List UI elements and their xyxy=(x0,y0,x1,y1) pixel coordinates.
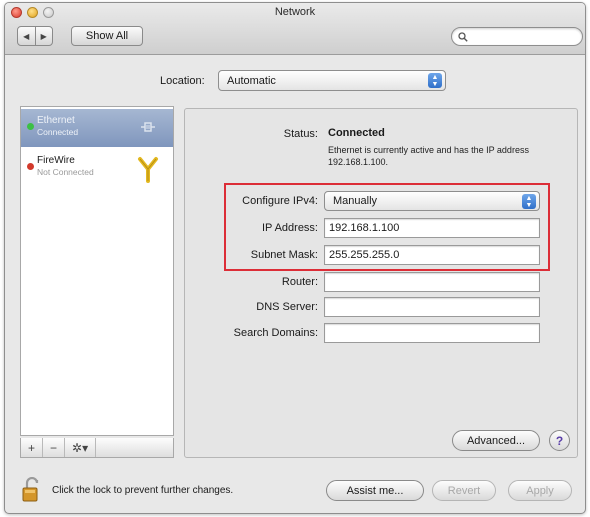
help-button[interactable]: ? xyxy=(549,430,570,451)
status-dot-red xyxy=(27,163,34,170)
search-field[interactable] xyxy=(451,27,583,46)
forward-button[interactable]: ▶ xyxy=(34,27,53,45)
lock-message: Click the lock to prevent further change… xyxy=(52,485,234,496)
action-menu-button[interactable]: ✲▾ xyxy=(65,438,97,457)
revert-button[interactable]: Revert xyxy=(432,480,496,501)
search-domains-field[interactable] xyxy=(324,323,540,343)
firewire-icon xyxy=(138,157,158,183)
location-label: Location: xyxy=(160,75,205,87)
service-name: Ethernet xyxy=(37,115,75,126)
location-value: Automatic xyxy=(227,74,276,87)
status-dot-green xyxy=(27,123,34,130)
subnet-mask-label: Subnet Mask: xyxy=(250,249,318,261)
router-label: Router: xyxy=(281,276,318,288)
service-item-ethernet[interactable]: Ethernet Connected xyxy=(21,109,173,147)
forward-arrow-icon: ▶ xyxy=(40,31,47,41)
lock-icon[interactable] xyxy=(22,477,42,503)
show-all-button[interactable]: Show All xyxy=(71,26,143,46)
add-service-button[interactable]: + xyxy=(21,438,44,457)
service-status: Not Connected xyxy=(37,167,94,177)
window-title: Network xyxy=(274,6,316,18)
apply-button[interactable]: Apply xyxy=(508,480,572,501)
back-arrow-icon: ◀ xyxy=(23,31,30,41)
location-select[interactable]: Automatic ▲ ▼ xyxy=(218,70,446,91)
back-forward-control: ◀ ▶ xyxy=(17,26,53,46)
configure-ipv4-value: Manually xyxy=(333,195,378,207)
ethernet-icon xyxy=(141,122,155,132)
service-list: Ethernet Connected FireWire Not Connecte… xyxy=(20,106,174,436)
assist-me-button[interactable]: Assist me... xyxy=(326,480,424,501)
status-value: Connected xyxy=(328,127,385,139)
dns-server-label: DNS Server: xyxy=(256,301,318,313)
select-stepper-icon: ▲ ▼ xyxy=(522,194,536,209)
search-input[interactable] xyxy=(472,31,582,42)
configure-ipv4-label: Configure IPv4: xyxy=(242,195,318,207)
back-button[interactable]: ◀ xyxy=(18,27,35,45)
status-label: Status: xyxy=(283,128,318,140)
status-description: Ethernet is currently active and has the… xyxy=(328,145,529,167)
search-domains-label: Search Domains: xyxy=(233,327,318,339)
ip-address-label: IP Address: xyxy=(261,222,318,234)
ip-address-field[interactable]: 192.168.1.100 xyxy=(324,218,540,238)
select-stepper-icon: ▲ ▼ xyxy=(428,73,442,88)
advanced-button[interactable]: Advanced... xyxy=(452,430,540,451)
service-name: FireWire xyxy=(37,155,75,166)
service-item-firewire[interactable]: FireWire Not Connected xyxy=(21,149,173,187)
service-list-toolbar: + − ✲▾ xyxy=(20,438,174,458)
remove-service-button[interactable]: − xyxy=(43,438,66,457)
subnet-mask-field[interactable]: 255.255.255.0 xyxy=(324,245,540,265)
title-bar: Network ◀ ▶ Show All xyxy=(5,3,585,55)
router-field[interactable] xyxy=(324,272,540,292)
configure-ipv4-select[interactable]: Manually ▲ ▼ xyxy=(324,191,540,211)
dns-server-field[interactable] xyxy=(324,297,540,317)
search-icon xyxy=(458,31,468,42)
service-status: Connected xyxy=(37,127,79,137)
